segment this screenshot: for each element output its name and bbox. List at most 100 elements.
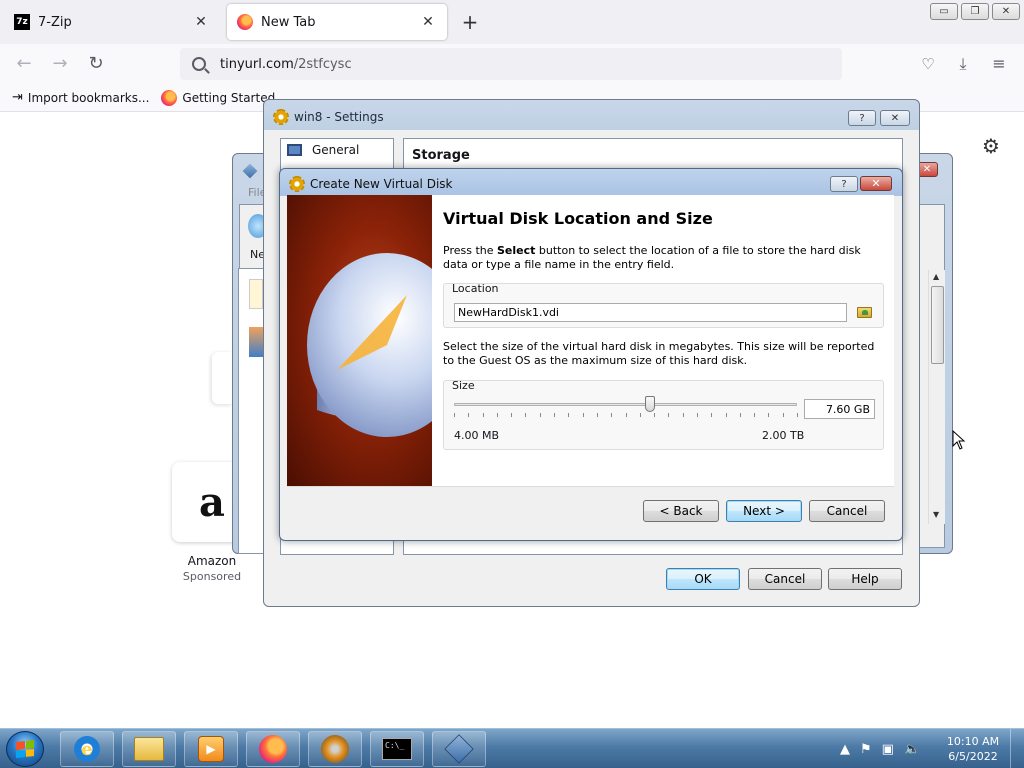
taskbar-internet-explorer[interactable]: e (60, 731, 114, 767)
navigation-bar: ← → ↻ tinyurl.com/2stfcysc ♡ ⤓ ≡ (0, 44, 1024, 84)
wizard-close-button[interactable]: ✕ (860, 176, 892, 191)
slider-tick (654, 413, 655, 417)
settings-gear-icon (273, 109, 289, 125)
wizard-heading: Virtual Disk Location and Size (443, 209, 713, 228)
tab-7zip[interactable]: 7z 7-Zip ✕ (4, 4, 220, 40)
minimize-button[interactable]: ▭ (930, 3, 958, 20)
tab-close-icon[interactable]: ✕ (419, 14, 437, 30)
start-button[interactable] (6, 731, 44, 767)
help-button[interactable]: Help (828, 568, 902, 590)
wizard-help-button[interactable]: ? (830, 176, 858, 192)
bookmark-getting-started[interactable]: Getting Started (161, 89, 276, 106)
url-host: tinyurl.com (220, 56, 294, 72)
hard-disk-icon (307, 253, 432, 437)
pocket-icon[interactable]: ♡ (918, 54, 938, 74)
scroll-up-arrow-icon[interactable]: ▲ (933, 272, 939, 281)
ok-button[interactable]: OK (666, 568, 740, 590)
taskbar-firefox[interactable] (246, 731, 300, 767)
vm-list-item[interactable] (249, 327, 263, 357)
select-location-button[interactable] (854, 303, 874, 322)
wizard-cancel-button[interactable]: Cancel (809, 500, 885, 522)
size-group: Size 7.60 GB 4.00 MB 2.00 TB (443, 379, 884, 450)
taskbar-virtualbox[interactable] (432, 731, 486, 767)
desc-bold: Select (497, 244, 536, 257)
tab-title: 7-Zip (38, 14, 72, 30)
slider-tick (583, 413, 584, 417)
firefox-icon (259, 735, 287, 763)
media-player-icon: ▶ (198, 736, 224, 762)
download-icon[interactable]: ⤓ (953, 54, 973, 74)
close-button[interactable]: ✕ (992, 3, 1020, 20)
clock-time: 10:10 AM (946, 735, 1000, 748)
slider-tick (768, 413, 769, 417)
taskbar-command-prompt[interactable]: C:\_ (370, 731, 424, 767)
clock[interactable]: 10:10 AM 6/5/2022 (938, 734, 1008, 764)
back-button[interactable]: < Back (643, 500, 719, 522)
size-group-label: Size (452, 379, 475, 392)
slider-tick (668, 413, 669, 417)
gear-icon[interactable]: ⚙ (982, 134, 1000, 158)
slider-tick (797, 413, 798, 417)
restore-button[interactable]: ❐ (961, 3, 989, 20)
size-max-label: 2.00 TB (762, 429, 805, 442)
menu-hamburger-icon[interactable]: ≡ (989, 54, 1009, 74)
slider-tick (683, 413, 684, 417)
size-slider-thumb[interactable] (645, 396, 655, 412)
vm-list[interactable] (238, 268, 264, 554)
show-desktop-button[interactable] (1010, 729, 1024, 768)
7zip-icon: 7z (14, 14, 30, 30)
shortcut-title: Amazon (187, 554, 237, 568)
size-input[interactable]: 7.60 GB (804, 399, 875, 419)
location-group-label: Location (452, 282, 499, 295)
settings-help-button[interactable]: ? (848, 110, 876, 126)
taskbar-disc-burner[interactable] (308, 731, 362, 767)
slider-tick (483, 413, 484, 417)
manager-scrollbar[interactable]: ▲ ▼ (928, 270, 945, 524)
slider-tick (626, 413, 627, 417)
next-button[interactable]: Next > (726, 500, 802, 522)
taskbar: e ▶ C:\_ ▲ ⚑ ▣ 🔈 10:10 AM 6/5/2022 (0, 728, 1024, 768)
slider-tick (783, 413, 784, 417)
slider-tick (525, 413, 526, 417)
reload-icon[interactable]: ↻ (86, 54, 106, 74)
forward-arrow-icon[interactable]: → (50, 54, 70, 74)
folder-icon (856, 307, 872, 318)
show-hidden-icons-icon[interactable]: ▲ (840, 742, 850, 757)
tab-new-tab[interactable]: New Tab ✕ (227, 4, 447, 40)
scroll-thumb[interactable] (931, 286, 944, 364)
amazon-logo-icon: a (199, 478, 225, 526)
slider-tick (568, 413, 569, 417)
bookmark-label: Import bookmarks... (27, 90, 150, 105)
vm-list-item[interactable] (249, 279, 263, 309)
internet-explorer-icon: e (74, 736, 100, 762)
shortcut-sponsored: Sponsored (182, 570, 242, 583)
action-center-flag-icon[interactable]: ⚑ (860, 742, 872, 757)
cancel-button[interactable]: Cancel (748, 568, 822, 590)
size-slider-track[interactable] (454, 403, 797, 406)
create-virtual-disk-wizard: Create New Virtual Disk ? ✕ Virtual Disk… (279, 168, 903, 541)
size-min-label: 4.00 MB (454, 429, 500, 442)
tab-close-icon[interactable]: ✕ (192, 14, 210, 30)
taskbar-media-player[interactable]: ▶ (184, 731, 238, 767)
back-arrow-icon[interactable]: ← (14, 54, 34, 74)
bookmark-label: Getting Started (182, 90, 276, 105)
url-path: /2stfcysc (293, 56, 352, 72)
slider-tick (611, 413, 612, 417)
nav-item-general[interactable]: General (281, 139, 393, 161)
scroll-down-arrow-icon[interactable]: ▼ (933, 510, 939, 519)
shortcut-tile[interactable] (212, 352, 232, 404)
taskbar-file-explorer[interactable] (122, 731, 176, 767)
clock-date: 6/5/2022 (948, 750, 998, 763)
tab-bar: 7z 7-Zip ✕ New Tab ✕ + ▭ ❐ ✕ (0, 0, 1024, 44)
location-input[interactable]: NewHardDisk1.vdi (454, 303, 847, 322)
volume-muted-icon[interactable]: 🔈 (904, 742, 920, 757)
bookmark-import[interactable]: ⇥ Import bookmarks... (12, 90, 149, 105)
new-tab-plus-icon[interactable]: + (460, 10, 480, 34)
wizard-title: Create New Virtual Disk (310, 177, 453, 191)
slider-tick (468, 413, 469, 417)
settings-close-button[interactable]: ✕ (880, 110, 910, 126)
slider-tick (726, 413, 727, 417)
url-bar[interactable]: tinyurl.com/2stfcysc (180, 48, 842, 80)
network-icon[interactable]: ▣ (882, 742, 894, 757)
firefox-icon (161, 89, 178, 106)
